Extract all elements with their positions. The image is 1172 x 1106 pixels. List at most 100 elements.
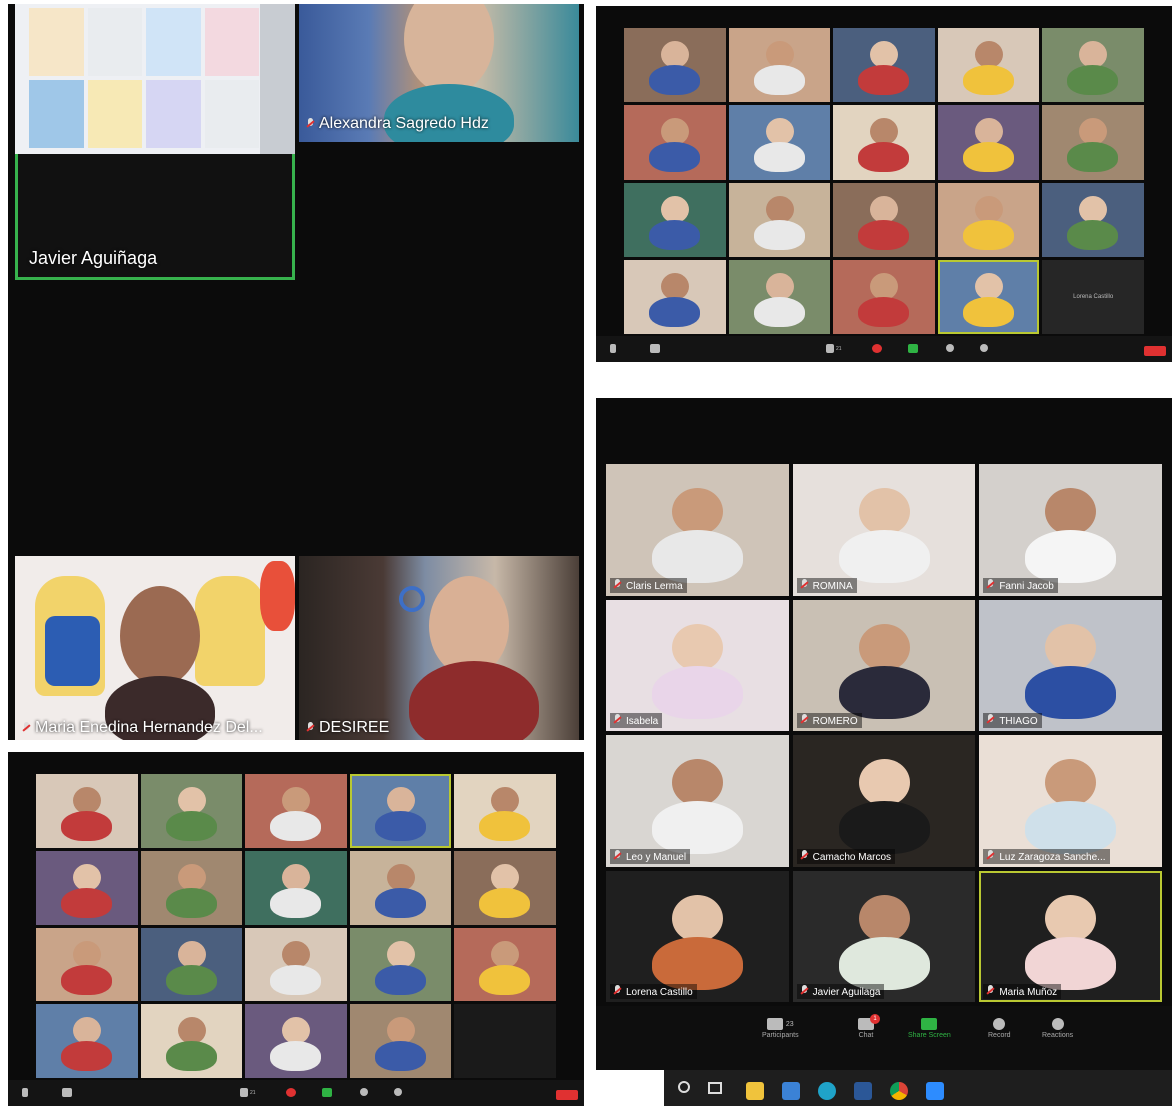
end-meeting-button[interactable] (556, 1090, 578, 1100)
share-screen-button[interactable]: Share Screen (908, 1018, 951, 1039)
record-button[interactable] (360, 1088, 368, 1096)
video-tile[interactable]: Maria Muñoz (979, 870, 1162, 1002)
video-tile[interactable] (937, 259, 1040, 334)
mute-button[interactable] (22, 1088, 28, 1097)
video-tile[interactable] (728, 259, 831, 334)
video-tile[interactable] (833, 182, 935, 257)
participants-button[interactable]: 23 Participants (762, 1018, 799, 1039)
video-tile[interactable] (140, 927, 243, 1002)
mic-muted-icon (987, 849, 994, 861)
end-meeting-button[interactable] (1144, 346, 1166, 356)
video-tile[interactable] (833, 28, 935, 103)
chat-button[interactable] (872, 344, 882, 353)
video-tile[interactable] (245, 850, 347, 925)
video-tile-maria-enedina[interactable]: Maria Enedina Hernandez Del... (15, 556, 295, 740)
video-tile-shared-cards[interactable]: Javier Aguiñaga (15, 4, 295, 280)
video-tile[interactable] (349, 1004, 452, 1078)
video-tile[interactable] (937, 182, 1040, 257)
video-tile[interactable]: Leo y Manuel (606, 735, 789, 867)
video-tile[interactable]: Lorena Castillo (606, 870, 789, 1002)
video-tile[interactable] (245, 927, 347, 1002)
video-tile[interactable] (1042, 182, 1144, 257)
video-tile[interactable] (728, 105, 831, 180)
video-tile[interactable] (937, 105, 1040, 180)
video-tile[interactable]: Javier Aguilaga (792, 870, 976, 1002)
participant-name: Alexandra Sagredo Hdz (319, 115, 489, 132)
zoom-app-icon[interactable] (926, 1082, 944, 1100)
video-tile[interactable] (624, 28, 726, 103)
reactions-button[interactable]: Reactions (1042, 1018, 1073, 1039)
participant-face (1045, 488, 1097, 535)
record-button[interactable] (946, 344, 954, 352)
video-tile[interactable] (349, 850, 452, 925)
video-button[interactable] (62, 1088, 72, 1097)
video-tile[interactable] (36, 774, 138, 848)
video-tile[interactable]: Camacho Marcos (792, 735, 976, 867)
task-view-icon[interactable] (708, 1082, 722, 1094)
participant-face (858, 894, 910, 942)
chrome-icon[interactable] (890, 1082, 908, 1100)
video-tile[interactable]: ROMERO (792, 599, 976, 731)
video-tile[interactable] (140, 774, 243, 848)
video-tile[interactable] (937, 28, 1040, 103)
participant-name: Isabela (626, 716, 659, 727)
video-tile[interactable]: Luz Zaragoza Sanche... (979, 735, 1162, 867)
video-tile[interactable]: THIAGO (979, 599, 1162, 731)
mic-muted-icon (987, 714, 994, 725)
video-tile[interactable] (833, 105, 935, 180)
store-icon[interactable] (782, 1082, 800, 1100)
participant-face (1079, 195, 1108, 223)
chat-button[interactable]: 1 Chat (858, 1014, 880, 1039)
video-tile[interactable]: Fanni Jacob (979, 464, 1162, 596)
video-tile[interactable] (245, 1004, 347, 1078)
video-tile[interactable] (454, 774, 556, 848)
reactions-button[interactable] (980, 344, 988, 352)
participant-face (177, 1017, 206, 1045)
windows-taskbar (664, 1070, 1172, 1106)
participants-button[interactable]: 21 (240, 1088, 256, 1097)
video-tile[interactable] (624, 182, 726, 257)
word-icon[interactable] (854, 1082, 872, 1100)
video-tile[interactable]: Isabela (606, 599, 789, 731)
participant-face (765, 272, 794, 300)
video-tile[interactable] (1042, 28, 1144, 103)
video-tile[interactable] (140, 850, 243, 925)
mute-button[interactable] (610, 344, 616, 353)
video-tile-desiree[interactable]: DESIREE (299, 556, 579, 740)
video-tile[interactable] (728, 28, 831, 103)
video-tile[interactable] (140, 1004, 243, 1078)
participant-count: 21 (836, 345, 842, 352)
video-tile[interactable] (624, 259, 726, 334)
video-tile[interactable] (36, 1004, 138, 1078)
video-tile[interactable]: Claris Lerma (606, 464, 789, 596)
record-button[interactable]: Record (988, 1018, 1011, 1039)
video-tile[interactable] (454, 1004, 556, 1078)
participant-name: Fanni Jacob (999, 580, 1054, 592)
video-tile[interactable] (454, 850, 556, 925)
share-screen-button[interactable] (908, 344, 918, 353)
video-tile[interactable]: Lorena Castillo (1042, 259, 1144, 334)
video-tile[interactable] (36, 850, 138, 925)
search-icon[interactable] (678, 1081, 690, 1093)
share-screen-button[interactable] (322, 1088, 332, 1097)
video-tile[interactable] (349, 927, 452, 1002)
video-tile[interactable] (349, 774, 452, 848)
video-tile[interactable] (728, 182, 831, 257)
record-icon (946, 344, 954, 352)
video-tile[interactable] (36, 927, 138, 1002)
mic-muted-icon (614, 849, 621, 861)
video-tile[interactable] (1042, 105, 1144, 180)
video-tile[interactable]: ROMINA (792, 464, 976, 596)
video-tile[interactable] (624, 105, 726, 180)
video-tile[interactable] (833, 259, 935, 334)
video-button[interactable] (650, 344, 660, 353)
mic-muted-icon (614, 578, 621, 590)
participants-button[interactable]: 21 (826, 344, 842, 353)
video-tile[interactable] (245, 774, 347, 848)
file-explorer-icon[interactable] (746, 1082, 764, 1100)
reactions-button[interactable] (394, 1088, 402, 1096)
edge-browser-icon[interactable] (818, 1082, 836, 1100)
video-tile-alexandra[interactable]: Alexandra Sagredo Hdz (299, 4, 579, 142)
chat-button[interactable] (286, 1088, 296, 1097)
video-tile[interactable] (454, 927, 556, 1002)
